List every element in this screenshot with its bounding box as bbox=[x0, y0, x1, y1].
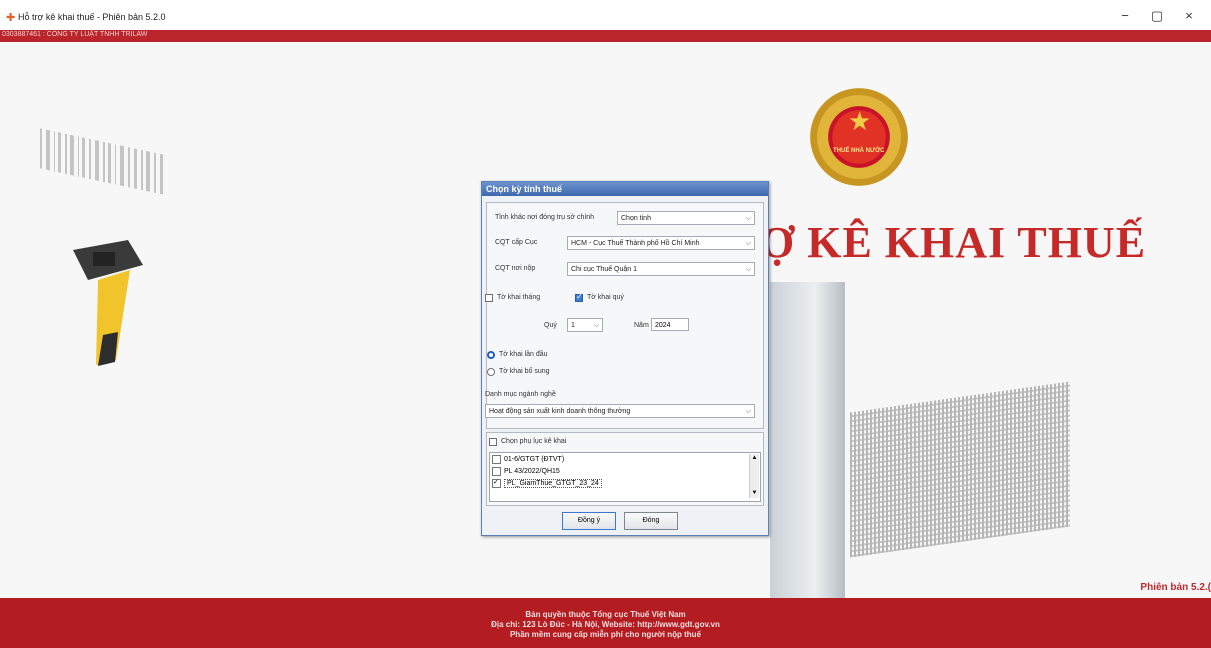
quarterly-checkbox[interactable] bbox=[575, 292, 583, 302]
dept-select[interactable]: HCM - Cục Thuế Thành phố Hồ Chí Minh ⌵ bbox=[567, 236, 755, 250]
appendix-panel: Chọn phụ lục kê khai 01-6/GTGT (ĐTVT) PL… bbox=[486, 432, 764, 506]
list-item[interactable]: PL_GiamThue_GTGT_23_24 bbox=[492, 477, 742, 489]
footer: Bản quyền thuộc Tổng cục Thuế Việt Nam Đ… bbox=[0, 598, 1211, 648]
chevron-down-icon: ⌵ bbox=[593, 322, 599, 329]
monthly-label: Tờ khai tháng bbox=[497, 294, 541, 301]
minimize-button[interactable]: − bbox=[1109, 8, 1141, 24]
appendix-checkbox[interactable] bbox=[489, 438, 497, 446]
dept-value: HCM - Cục Thuế Thành phố Hồ Chí Minh bbox=[571, 240, 700, 247]
dept-label: CQT cấp Cục bbox=[495, 239, 538, 246]
quarter-select[interactable]: 1 ⌵ bbox=[567, 318, 603, 332]
scroll-down-arrow-icon[interactable]: ▼ bbox=[750, 489, 759, 498]
quarter-value: 1 bbox=[571, 322, 575, 329]
province-label: Tỉnh khác nơi đóng trụ sở chính bbox=[495, 214, 595, 221]
industry-label: Danh mục ngành nghề bbox=[485, 391, 556, 398]
year-input[interactable]: 2024 bbox=[651, 318, 689, 331]
quarterly-label: Tờ khai quý bbox=[587, 294, 624, 301]
list-item[interactable]: 01-6/GTGT (ĐTVT) bbox=[492, 454, 742, 465]
item-checkbox[interactable] bbox=[492, 466, 501, 476]
industry-value: Hoạt động sản xuất kinh doanh thông thườ… bbox=[489, 408, 631, 415]
item-label: PL_GiamThue_GTGT_23_24 bbox=[504, 479, 602, 488]
chevron-down-icon: ⌵ bbox=[745, 240, 751, 247]
monthly-checkbox[interactable] bbox=[485, 294, 493, 302]
appendix-list: 01-6/GTGT (ĐTVT) PL 43/2022/QH15 PL_Giam… bbox=[489, 452, 761, 502]
footer-address: Địa chỉ: 123 Lò Đúc - Hà Nội, Website: h… bbox=[491, 620, 720, 629]
industry-select[interactable]: Hoạt động sản xuất kinh doanh thông thườ… bbox=[485, 404, 755, 418]
title-bar: ✚ Hỗ trợ kê khai thuế - Phiên bản 5.2.0 … bbox=[0, 0, 1211, 30]
province-value: Chọn tỉnh bbox=[621, 215, 651, 222]
year-label: Năm bbox=[634, 322, 649, 329]
scroll-up-arrow-icon[interactable]: ▲ bbox=[750, 454, 759, 463]
office-label: CQT nơi nộp bbox=[495, 265, 536, 272]
ok-button[interactable]: Đồng ý bbox=[562, 512, 616, 530]
dialog-title: Chọn kỳ tính thuế bbox=[482, 182, 768, 196]
emblem-text: THUẾ NHÀ NƯỚC bbox=[833, 148, 885, 154]
province-select[interactable]: Chọn tỉnh ⌵ bbox=[617, 211, 755, 225]
company-bar: 0303887461 : CÔNG TY LUẬT TNHH TRILAW bbox=[0, 30, 1211, 42]
supplement-declaration-radio[interactable] bbox=[487, 368, 495, 376]
item-checkbox[interactable] bbox=[492, 477, 501, 488]
building-graphic bbox=[770, 282, 845, 598]
quarter-label: Quý bbox=[544, 322, 557, 329]
item-label: PL 43/2022/QH15 bbox=[504, 468, 560, 475]
item-label: 01-6/GTGT (ĐTVT) bbox=[504, 456, 565, 463]
chevron-down-icon: ⌵ bbox=[745, 408, 751, 415]
barcode-graphic-left bbox=[40, 128, 163, 195]
close-dialog-button[interactable]: Đóng bbox=[624, 512, 678, 530]
window-controls: − ▢ × bbox=[1109, 8, 1205, 24]
supplement-declaration-label: Tờ khai bổ sung bbox=[499, 368, 550, 375]
chevron-down-icon: ⌵ bbox=[745, 215, 751, 222]
tax-period-dialog: Chọn kỳ tính thuế Tỉnh khác nơi đóng trụ… bbox=[481, 181, 769, 536]
office-value: Chi cục Thuế Quận 1 bbox=[571, 266, 638, 273]
office-select[interactable]: Chi cục Thuế Quận 1 ⌵ bbox=[567, 262, 755, 276]
tax-emblem-logo: ★ THUẾ NHÀ NƯỚC bbox=[810, 88, 908, 186]
app-big-title: Ợ KÊ KHAI THUẾ bbox=[760, 218, 1147, 267]
footer-copyright: Bản quyền thuộc Tổng cục Thuế Việt Nam bbox=[525, 610, 686, 619]
version-label: Phiên bản 5.2.( bbox=[1140, 582, 1211, 593]
app-icon: ✚ bbox=[6, 12, 16, 24]
first-declaration-radio[interactable] bbox=[487, 351, 495, 359]
star-icon: ★ bbox=[848, 106, 872, 136]
list-scrollbar[interactable]: ▲ ▼ bbox=[749, 454, 759, 498]
chevron-down-icon: ⌵ bbox=[745, 266, 751, 273]
company-name: 0303887461 : CÔNG TY LUẬT TNHH TRILAW bbox=[2, 31, 148, 38]
maximize-button[interactable]: ▢ bbox=[1141, 8, 1173, 24]
dialog-main-panel: Tỉnh khác nơi đóng trụ sở chính Chọn tỉn… bbox=[485, 202, 764, 429]
first-declaration-label: Tờ khai lần đầu bbox=[499, 351, 548, 358]
appendix-label: Chọn phụ lục kê khai bbox=[501, 438, 567, 445]
barcode-scanner-image bbox=[73, 240, 143, 366]
qr-pattern-graphic bbox=[850, 381, 1070, 558]
item-checkbox[interactable] bbox=[492, 454, 501, 464]
close-button[interactable]: × bbox=[1173, 8, 1205, 24]
footer-note: Phần mềm cung cấp miễn phí cho người nộp… bbox=[509, 630, 702, 639]
list-item[interactable]: PL 43/2022/QH15 bbox=[492, 466, 742, 477]
window-title: Hỗ trợ kê khai thuế - Phiên bản 5.2.0 bbox=[18, 12, 166, 22]
